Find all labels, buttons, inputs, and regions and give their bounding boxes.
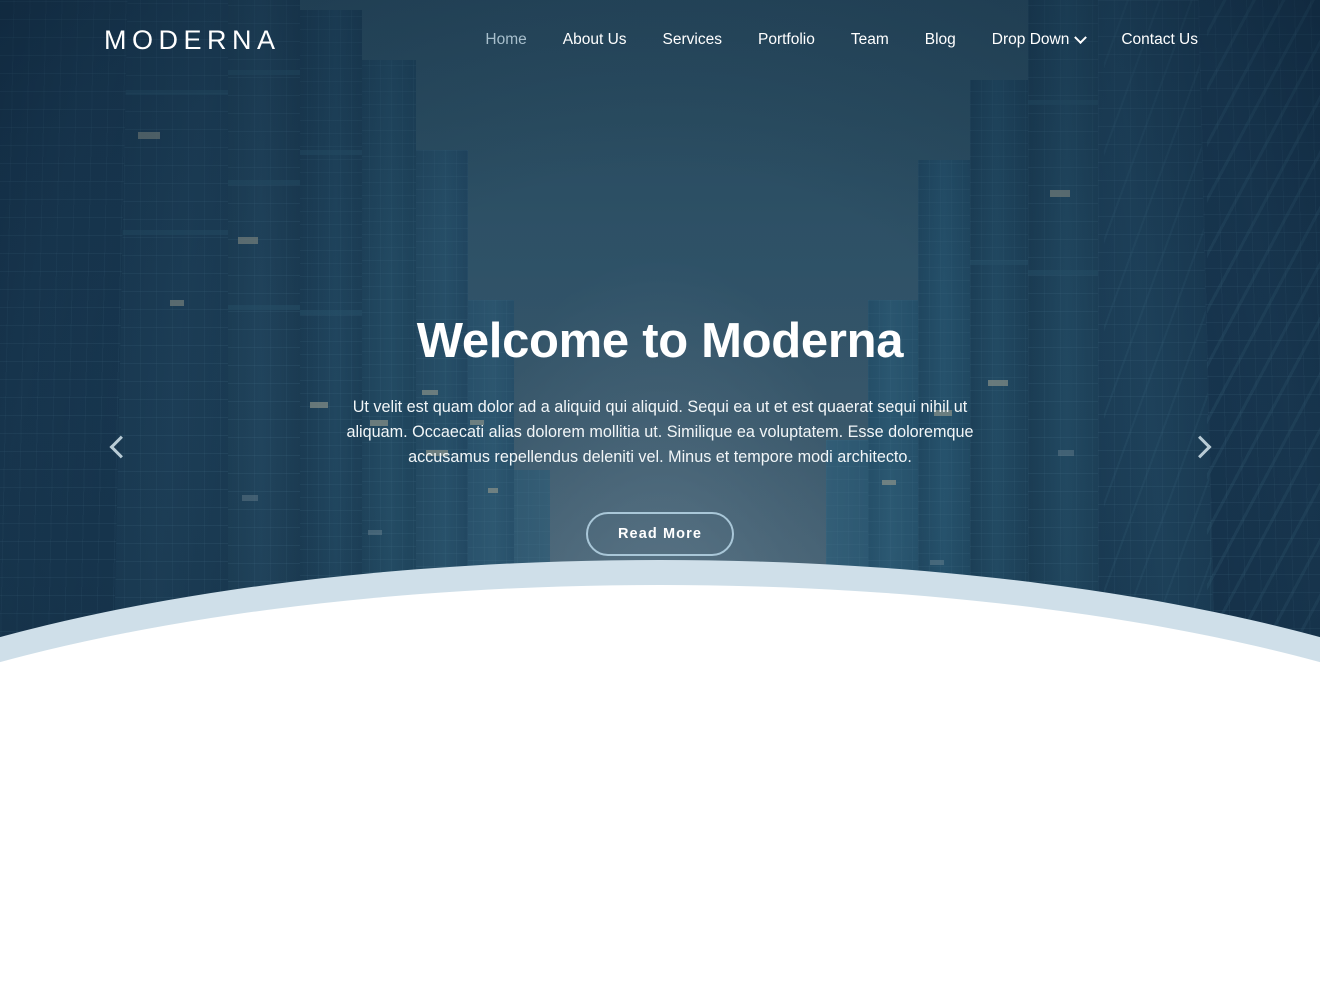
chevron-left-icon — [109, 435, 133, 459]
nav-item-contact-us[interactable]: Contact Us — [1103, 31, 1216, 49]
site-header: MODERNA Home About Us Services Portfolio… — [0, 0, 1320, 80]
main-navigation: Home About Us Services Portfolio Team Bl… — [467, 30, 1216, 49]
hero-paragraph: Ut velit est quam dolor ad a aliquid qui… — [346, 397, 974, 466]
page-root: MODERNA Home About Us Services Portfolio… — [0, 0, 1320, 990]
nav-label: Services — [662, 31, 722, 48]
carousel-next-button[interactable] — [1181, 425, 1225, 469]
carousel-prev-button[interactable] — [96, 425, 140, 469]
nav-label: About Us — [562, 31, 627, 48]
nav-label: Home — [485, 31, 527, 48]
nav-label: Blog — [924, 31, 956, 48]
content-section-below-hero — [0, 880, 1320, 990]
nav-item-blog[interactable]: Blog — [907, 31, 974, 49]
hero-title: Welcome to Moderna — [416, 314, 904, 368]
nav-label: Team — [850, 31, 889, 48]
read-more-button[interactable]: Read More — [585, 511, 735, 556]
nav-item-services[interactable]: Services — [645, 31, 740, 49]
nav-label: Drop Down — [991, 31, 1070, 48]
site-logo[interactable]: MODERNA — [104, 25, 281, 56]
nav-item-portfolio[interactable]: Portfolio — [740, 31, 833, 49]
nav-item-home[interactable]: Home — [467, 31, 544, 49]
chevron-down-icon — [1074, 30, 1088, 44]
nav-item-drop-down[interactable]: Drop Down — [974, 30, 1104, 49]
nav-item-team[interactable]: Team — [833, 31, 907, 49]
nav-item-about-us[interactable]: About Us — [545, 31, 645, 49]
nav-label: Contact Us — [1121, 31, 1198, 48]
hero-content: Welcome to Moderna Ut velit est quam dol… — [0, 0, 1320, 880]
nav-label: Portfolio — [757, 31, 815, 48]
hero-section: MODERNA Home About Us Services Portfolio… — [0, 0, 1320, 880]
chevron-right-icon — [1188, 435, 1212, 459]
